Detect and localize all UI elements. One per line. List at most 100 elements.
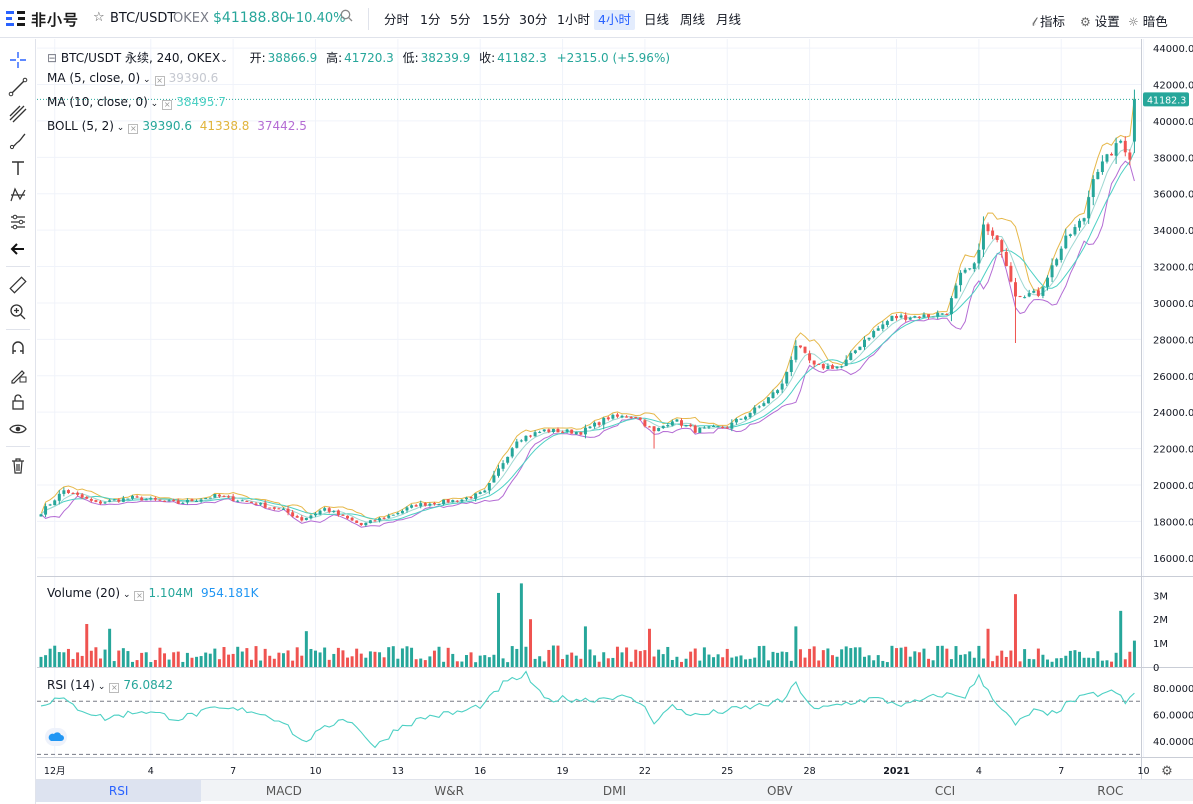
volume-bar bbox=[1004, 656, 1008, 667]
timeframe-3[interactable]: 15分 bbox=[478, 10, 514, 30]
volume-bar bbox=[346, 657, 350, 667]
chevron-down-icon[interactable]: ⌄ bbox=[148, 99, 159, 109]
tab-rsi[interactable]: RSI bbox=[36, 780, 202, 802]
close-icon[interactable]: × bbox=[109, 683, 120, 693]
candle-body bbox=[227, 496, 231, 498]
volume-bar bbox=[1105, 660, 1109, 667]
volume-bar bbox=[981, 658, 985, 667]
theme-toggle-button[interactable]: ☼ 暗色 bbox=[1128, 11, 1168, 30]
volume-bar bbox=[625, 647, 629, 667]
candle-body bbox=[547, 429, 551, 432]
tab-cci[interactable]: CCI bbox=[862, 780, 1027, 802]
chevron-down-icon[interactable]: ⌄ bbox=[220, 55, 228, 65]
volume-bar bbox=[117, 650, 121, 667]
candle-body bbox=[323, 508, 327, 511]
symbol-name[interactable]: BTC/USDT bbox=[110, 11, 175, 26]
lock-pencil-icon[interactable] bbox=[7, 364, 29, 386]
candle-body bbox=[963, 269, 967, 273]
candle-body bbox=[1027, 293, 1031, 297]
timeframe-1[interactable]: 1分 bbox=[416, 10, 444, 30]
legend-collapse-icon[interactable]: ⊟ bbox=[47, 51, 57, 65]
volume-bar bbox=[876, 655, 880, 667]
candle-body bbox=[48, 504, 52, 506]
chevron-down-icon[interactable]: ⌄ bbox=[114, 123, 125, 133]
trend-line-icon[interactable] bbox=[7, 76, 29, 98]
volume-bar bbox=[840, 649, 844, 667]
tab-roc[interactable]: ROC bbox=[1028, 780, 1193, 802]
chevron-down-icon[interactable]: ⌄ bbox=[120, 590, 131, 600]
ruler-icon[interactable] bbox=[7, 274, 29, 296]
volume-tick-label: 3M bbox=[1153, 591, 1168, 602]
timeframe-8[interactable]: 周线 bbox=[676, 10, 709, 30]
candle-body bbox=[446, 499, 450, 503]
volume-bar bbox=[48, 648, 52, 667]
timeframe-5[interactable]: 1小时 bbox=[553, 10, 594, 30]
volume-bar bbox=[131, 661, 134, 667]
volume-bar bbox=[995, 655, 999, 667]
search-icon[interactable] bbox=[340, 9, 353, 26]
volume-bar bbox=[204, 652, 208, 667]
magnet-icon[interactable] bbox=[7, 337, 29, 359]
chevron-down-icon[interactable]: ⌄ bbox=[140, 75, 151, 85]
candle-body bbox=[556, 429, 560, 433]
volume-bar bbox=[1096, 651, 1100, 667]
candle-body bbox=[881, 324, 885, 329]
back-arrow-icon[interactable] bbox=[7, 238, 29, 260]
favorite-star-icon[interactable]: ☆ bbox=[93, 10, 105, 25]
brush-icon[interactable] bbox=[7, 130, 29, 152]
volume-bar bbox=[1041, 654, 1045, 667]
tab-obv[interactable]: OBV bbox=[697, 780, 862, 802]
fib-tool-icon[interactable] bbox=[7, 103, 29, 125]
tab-w-r[interactable]: W&R bbox=[367, 780, 532, 802]
volume-bar bbox=[570, 652, 574, 667]
volume-bar bbox=[574, 655, 578, 667]
candle-body bbox=[1128, 152, 1132, 160]
candle-body bbox=[954, 285, 958, 299]
volume-bar bbox=[190, 657, 194, 667]
candle-body bbox=[80, 494, 84, 498]
indicators-button[interactable]: 𝓁 指标 bbox=[1032, 11, 1065, 30]
volume-bar bbox=[707, 654, 711, 667]
candle-body bbox=[1000, 240, 1004, 252]
timeframe-4[interactable]: 30分 bbox=[515, 10, 551, 30]
candle-body bbox=[698, 427, 702, 433]
close-icon[interactable]: × bbox=[128, 124, 139, 134]
text-tool-icon[interactable] bbox=[7, 157, 29, 179]
volume-bar bbox=[455, 661, 459, 667]
logo[interactable]: 非小号 bbox=[6, 9, 79, 29]
cloud-icon[interactable] bbox=[45, 728, 67, 746]
tab-dmi[interactable]: DMI bbox=[532, 780, 697, 802]
chevron-down-icon[interactable]: ⌄ bbox=[95, 682, 106, 692]
pattern-tool-icon[interactable] bbox=[7, 184, 29, 206]
timeframe-9[interactable]: 月线 bbox=[712, 10, 745, 30]
settings-button[interactable]: ⚙ 设置 bbox=[1080, 11, 1120, 30]
timeframe-2[interactable]: 5分 bbox=[446, 10, 474, 30]
volume-bar bbox=[501, 658, 505, 667]
candle-body bbox=[890, 315, 894, 321]
tab-macd[interactable]: MACD bbox=[201, 780, 366, 802]
volume-bar bbox=[725, 648, 729, 667]
chart-canvas[interactable]: 16000.0 18000.0 20000.0 22000.0 24000.0 26000… bbox=[37, 39, 1193, 779]
close-icon[interactable]: × bbox=[154, 76, 165, 86]
volume-bar bbox=[858, 647, 862, 667]
eye-icon[interactable] bbox=[7, 418, 29, 440]
timeframe-0[interactable]: 分时 bbox=[380, 10, 413, 30]
rsi-tick-label: 40.0000 bbox=[1153, 737, 1193, 748]
lock-icon[interactable] bbox=[7, 391, 29, 413]
close-icon[interactable]: × bbox=[162, 100, 173, 110]
trash-icon[interactable] bbox=[7, 455, 29, 477]
crosshair-icon[interactable] bbox=[7, 49, 29, 71]
prediction-tool-icon[interactable] bbox=[7, 211, 29, 233]
timeframe-7[interactable]: 日线 bbox=[640, 10, 673, 30]
candle-body bbox=[615, 414, 619, 417]
volume-bar bbox=[853, 647, 857, 667]
volume-bar bbox=[483, 655, 487, 667]
volume-bar bbox=[1078, 651, 1082, 667]
settings-gear-icon[interactable]: ⚙ bbox=[1161, 764, 1173, 779]
close-icon[interactable]: × bbox=[134, 591, 145, 601]
candle-body bbox=[638, 417, 642, 420]
volume-bar bbox=[684, 658, 688, 667]
timeframe-6[interactable]: 4小时 bbox=[594, 10, 635, 30]
zoom-in-icon[interactable] bbox=[7, 301, 29, 323]
theme-label: 暗色 bbox=[1142, 14, 1168, 29]
